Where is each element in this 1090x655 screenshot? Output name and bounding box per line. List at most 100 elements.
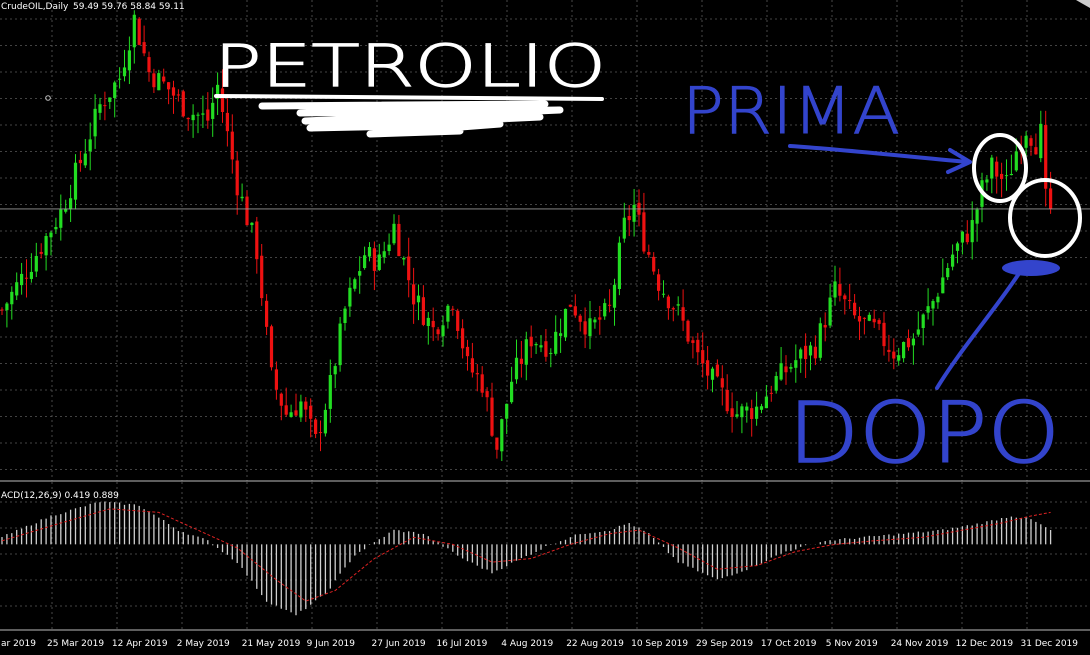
candle-body <box>132 14 136 48</box>
candle-body <box>593 319 597 323</box>
candle-body <box>510 381 514 403</box>
candle-body <box>323 409 327 434</box>
candle-body <box>612 284 617 308</box>
candle-body <box>529 336 533 347</box>
candle-body <box>416 295 421 303</box>
candle-body <box>69 198 73 210</box>
candle-body <box>755 406 759 419</box>
candle <box>181 89 185 118</box>
candle-body <box>392 223 396 244</box>
time-axis-label: 12 Dec 2019 <box>956 639 1014 649</box>
candle-body <box>661 293 666 295</box>
candle-body <box>955 243 960 251</box>
candle <box>563 308 568 341</box>
candle-body <box>108 97 112 102</box>
candle-body <box>681 307 685 321</box>
candle-body <box>750 408 754 419</box>
candle-body <box>29 271 33 279</box>
candle-body <box>358 271 362 276</box>
candle-body <box>39 251 43 254</box>
candle-body <box>559 333 563 336</box>
candle-body <box>578 315 582 322</box>
candle-body <box>269 326 274 368</box>
candle-body <box>274 369 278 390</box>
candle-body <box>240 196 244 199</box>
candle-body <box>666 296 670 309</box>
candle-body <box>88 139 92 152</box>
time-axis-label: 17 Oct 2019 <box>761 639 817 649</box>
candle-body <box>83 153 87 166</box>
candle-body <box>333 366 337 375</box>
candle-body <box>671 308 675 310</box>
candle-body <box>916 329 920 335</box>
candle-body <box>196 114 200 116</box>
candle-body <box>1004 175 1009 177</box>
candle-body <box>431 320 435 328</box>
candle-body <box>804 345 808 360</box>
candle-body <box>402 257 406 260</box>
candle-body <box>887 349 891 352</box>
candle-body <box>828 297 832 326</box>
candle-body <box>255 221 259 260</box>
candle-body <box>426 317 430 327</box>
candle-body <box>470 358 474 373</box>
candle-body <box>24 277 29 279</box>
candle-body <box>539 345 543 348</box>
candle-body <box>686 320 690 342</box>
candle-body <box>975 209 979 224</box>
candle-body <box>524 339 528 365</box>
candle-body <box>44 236 48 256</box>
candle-body <box>906 338 911 348</box>
chart-window: ar 2019 25 Mar 2019 12 Apr 2019 2 May 2019 2… <box>0 0 1090 655</box>
candle-body <box>412 284 416 305</box>
candle-body <box>167 82 171 90</box>
after-annotation-text: DOPO <box>788 384 1060 482</box>
candle-body <box>921 314 925 328</box>
candle-body <box>461 328 465 349</box>
candle-body <box>701 350 705 364</box>
candle-body <box>843 295 847 300</box>
candle-body <box>284 405 288 415</box>
candle-body <box>960 231 964 243</box>
candle-body <box>1000 173 1004 179</box>
before-annotation-text: PRIMA <box>682 75 900 149</box>
candle-body <box>348 287 352 307</box>
candle-body <box>563 308 568 338</box>
candle-body <box>191 114 195 121</box>
candle-body <box>647 252 651 255</box>
time-axis-label: 24 Nov 2019 <box>891 639 949 649</box>
candle-body <box>965 233 969 243</box>
candle-body <box>387 244 391 252</box>
candle <box>818 317 822 361</box>
candle-body <box>823 324 827 328</box>
candle-body <box>294 410 298 416</box>
candle-body <box>446 305 450 322</box>
candle-body <box>735 414 739 417</box>
candle-body <box>353 279 357 289</box>
candle-body <box>59 209 63 228</box>
candle-body <box>171 87 176 96</box>
candle-body <box>720 378 724 388</box>
candle-body <box>779 363 783 380</box>
candle-body <box>774 376 778 391</box>
candle-body <box>211 102 215 119</box>
candle-body <box>789 367 793 369</box>
time-axis-label: ar 2019 <box>1 639 36 649</box>
candle-body <box>715 364 719 377</box>
time-axis-label: 21 May 2019 <box>242 639 301 649</box>
candle-body <box>603 303 607 317</box>
candle-body <box>544 341 548 357</box>
candle-body <box>892 351 896 359</box>
candle-body <box>990 157 994 179</box>
candle-body <box>882 322 886 347</box>
candle-body <box>573 306 577 316</box>
candle-body <box>872 318 876 323</box>
candle-body <box>799 349 803 359</box>
title-annotation-text: PETROLIO <box>214 32 606 100</box>
candle-body <box>372 248 376 271</box>
candle-body <box>740 406 744 418</box>
candle-body <box>941 277 945 294</box>
candle-body <box>995 161 999 177</box>
time-axis-label: 22 Aug 2019 <box>566 639 624 649</box>
candle-body <box>235 160 239 196</box>
